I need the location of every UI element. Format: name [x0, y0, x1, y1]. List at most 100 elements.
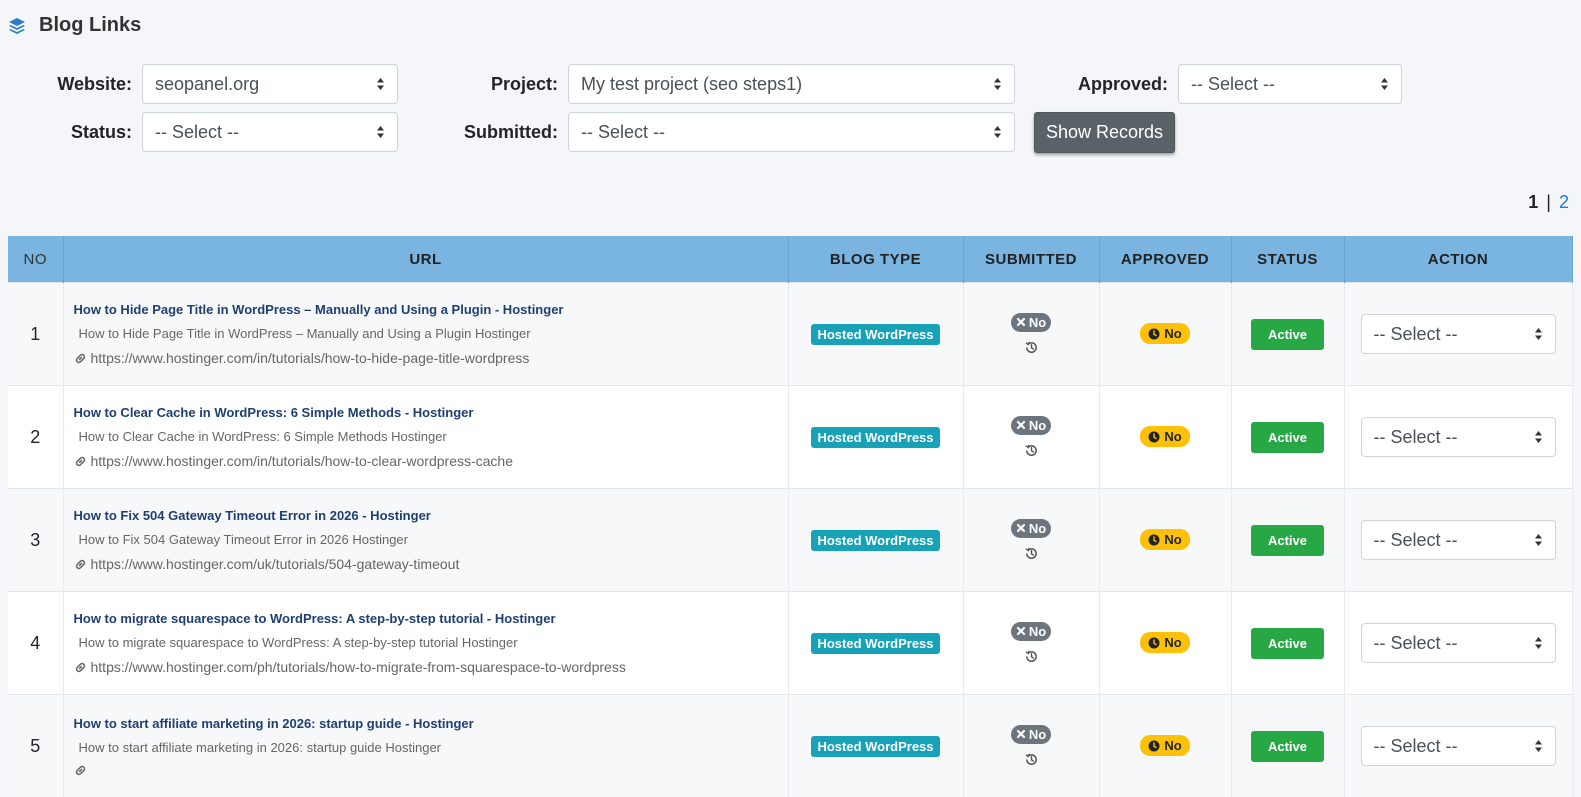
submitted-select[interactable]: -- Select -- — [568, 112, 1015, 152]
close-icon — [1016, 420, 1026, 430]
link-title[interactable]: How to Hide Page Title in WordPress – Ma… — [74, 302, 787, 317]
history-icon[interactable] — [1024, 546, 1039, 561]
submitted-cell: No — [963, 695, 1099, 797]
action-select[interactable]: -- Select -- — [1361, 520, 1556, 560]
action-select-value: -- Select -- — [1374, 633, 1458, 653]
submitted-badge: No — [1011, 416, 1051, 435]
select-arrows-icon — [1534, 636, 1543, 650]
approved-cell: No — [1099, 489, 1231, 592]
col-header-approved[interactable]: APPROVED — [1099, 236, 1231, 283]
status-select-value: -- Select -- — [155, 122, 239, 142]
status-cell: Active — [1231, 489, 1344, 592]
approved-cell: No — [1099, 592, 1231, 695]
layers-icon — [8, 17, 26, 35]
action-cell: -- Select -- — [1344, 489, 1572, 592]
row-number: 2 — [8, 386, 63, 489]
approved-badge: No — [1140, 529, 1189, 550]
approved-select[interactable]: -- Select -- — [1178, 64, 1402, 104]
website-select[interactable]: seopanel.org — [142, 64, 398, 104]
approved-badge-text: No — [1164, 326, 1181, 341]
blog-type-cell: Hosted WordPress — [788, 386, 963, 489]
status-badge: Active — [1251, 628, 1324, 659]
clock-icon — [1148, 431, 1160, 443]
status-select[interactable]: -- Select -- — [142, 112, 398, 152]
action-select[interactable]: -- Select -- — [1361, 417, 1556, 457]
blog-type-cell: Hosted WordPress — [788, 592, 963, 695]
blog-links-table: NO URL BLOG TYPE SUBMITTED APPROVED STAT… — [8, 236, 1573, 797]
col-header-no: NO — [8, 236, 63, 283]
submitted-badge: No — [1011, 519, 1051, 538]
url-cell: How to migrate squarespace to WordPress:… — [63, 592, 788, 695]
action-select[interactable]: -- Select -- — [1361, 623, 1556, 663]
link-url[interactable] — [74, 764, 787, 777]
action-cell: -- Select -- — [1344, 283, 1572, 386]
blog-type-badge: Hosted WordPress — [811, 427, 939, 448]
link-icon — [74, 455, 87, 468]
select-arrows-icon — [1534, 430, 1543, 444]
current-page: 1 — [1528, 192, 1538, 212]
link-url-text: https://www.hostinger.com/ph/tutorials/h… — [91, 659, 626, 675]
submitted-cell: No — [963, 386, 1099, 489]
submitted-badge-text: No — [1029, 315, 1046, 330]
page-title: Blog Links — [39, 14, 141, 37]
link-icon — [74, 661, 87, 674]
action-select[interactable]: -- Select -- — [1361, 314, 1556, 354]
blog-type-cell: Hosted WordPress — [788, 283, 963, 386]
url-cell: How to Fix 504 Gateway Timeout Error in … — [63, 489, 788, 592]
approved-badge-text: No — [1164, 429, 1181, 444]
action-select-value: -- Select -- — [1374, 736, 1458, 756]
link-title[interactable]: How to Clear Cache in WordPress: 6 Simpl… — [74, 405, 787, 420]
submitted-select-value: -- Select -- — [581, 122, 665, 142]
close-icon — [1016, 626, 1026, 636]
link-title[interactable]: How to Fix 504 Gateway Timeout Error in … — [74, 508, 787, 523]
link-description: How to migrate squarespace to WordPress:… — [74, 635, 787, 650]
blog-type-badge: Hosted WordPress — [811, 736, 939, 757]
submitted-cell: No — [963, 592, 1099, 695]
col-header-submitted[interactable]: SUBMITTED — [963, 236, 1099, 283]
link-url[interactable]: https://www.hostinger.com/ph/tutorials/h… — [74, 659, 787, 675]
status-cell: Active — [1231, 695, 1344, 797]
submitted-badge: No — [1011, 622, 1051, 641]
col-header-status[interactable]: STATUS — [1231, 236, 1344, 283]
link-url-text: https://www.hostinger.com/uk/tutorials/5… — [91, 556, 460, 572]
submitted-badge: No — [1011, 313, 1051, 332]
history-icon[interactable] — [1024, 752, 1039, 767]
project-select-value: My test project (seo steps1) — [581, 74, 802, 94]
link-url[interactable]: https://www.hostinger.com/in/tutorials/h… — [74, 350, 787, 366]
select-arrows-icon — [1534, 739, 1543, 753]
link-url[interactable]: https://www.hostinger.com/uk/tutorials/5… — [74, 556, 787, 572]
link-url[interactable]: https://www.hostinger.com/in/tutorials/h… — [74, 453, 787, 469]
approved-badge-text: No — [1164, 635, 1181, 650]
action-select[interactable]: -- Select -- — [1361, 726, 1556, 766]
history-icon[interactable] — [1024, 340, 1039, 355]
url-cell: How to start affiliate marketing in 2026… — [63, 695, 788, 797]
link-title[interactable]: How to start affiliate marketing in 2026… — [74, 716, 787, 731]
approved-badge-text: No — [1164, 738, 1181, 753]
status-label: Status: — [40, 112, 132, 152]
status-badge: Active — [1251, 731, 1324, 762]
pagination: 1|2 — [1528, 192, 1569, 213]
link-icon — [74, 558, 87, 571]
link-title[interactable]: How to migrate squarespace to WordPress:… — [74, 611, 787, 626]
col-header-url[interactable]: URL — [63, 236, 788, 283]
table-row: 2 How to Clear Cache in WordPress: 6 Sim… — [8, 386, 1572, 489]
link-description: How to Fix 504 Gateway Timeout Error in … — [74, 532, 787, 547]
project-select[interactable]: My test project (seo steps1) — [568, 64, 1015, 104]
action-cell: -- Select -- — [1344, 695, 1572, 797]
project-label: Project: — [440, 64, 558, 104]
table-header-row: NO URL BLOG TYPE SUBMITTED APPROVED STAT… — [8, 236, 1572, 283]
page-header: Blog Links — [8, 14, 141, 37]
table-row: 3 How to Fix 504 Gateway Timeout Error i… — [8, 489, 1572, 592]
link-description: How to Clear Cache in WordPress: 6 Simpl… — [74, 429, 787, 444]
show-records-button[interactable]: Show Records — [1034, 112, 1175, 153]
page-link-2[interactable]: 2 — [1559, 192, 1569, 212]
clock-icon — [1148, 328, 1160, 340]
history-icon[interactable] — [1024, 443, 1039, 458]
blog-type-cell: Hosted WordPress — [788, 489, 963, 592]
approved-badge: No — [1140, 323, 1189, 344]
history-icon[interactable] — [1024, 649, 1039, 664]
status-badge: Active — [1251, 319, 1324, 350]
link-url-text: https://www.hostinger.com/in/tutorials/h… — [91, 453, 514, 469]
approved-select-value: -- Select -- — [1191, 74, 1275, 94]
col-header-blog-type[interactable]: BLOG TYPE — [788, 236, 963, 283]
